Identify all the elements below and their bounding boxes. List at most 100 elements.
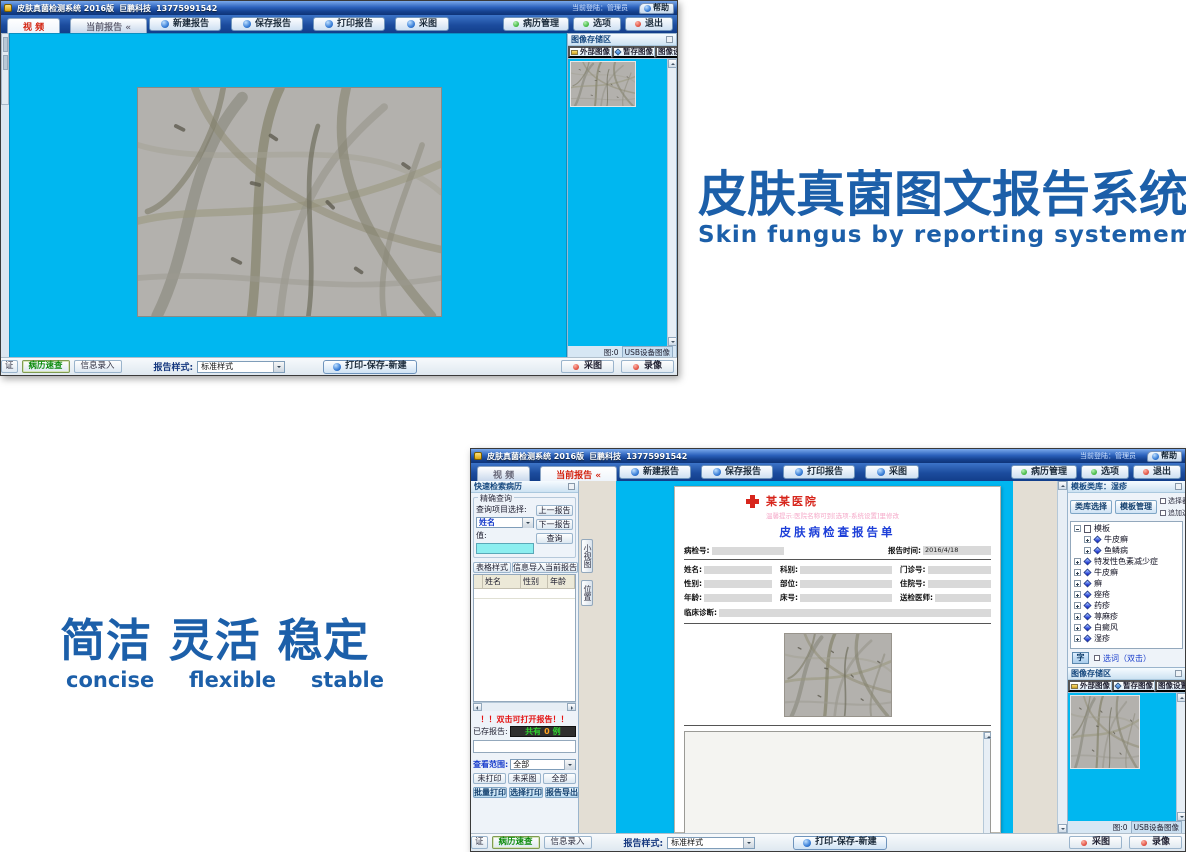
scroll-up-icon[interactable] xyxy=(984,732,991,739)
save-report-button[interactable]: 保存报告 xyxy=(231,17,303,31)
image-settings-button[interactable]: 图像设置 xyxy=(1155,680,1186,692)
tree-expander-icon[interactable] xyxy=(1074,591,1081,598)
append-checkbox[interactable]: 追加选入 xyxy=(1160,508,1186,518)
info-entry-button[interactable]: 信息录入 xyxy=(74,360,122,373)
exit-button[interactable]: 退出 xyxy=(1133,465,1181,479)
scroll-down-icon[interactable] xyxy=(1058,824,1067,833)
help-button[interactable]: 帮助 xyxy=(1147,451,1182,462)
tree-expander-icon[interactable] xyxy=(1074,525,1081,532)
report-findings-textarea[interactable] xyxy=(684,731,991,833)
table-style-button[interactable]: 表格样式 xyxy=(473,562,511,573)
exit-button[interactable]: 退出 xyxy=(625,17,673,31)
captured-image-thumbnail[interactable] xyxy=(570,61,636,107)
document-scrollbar[interactable] xyxy=(1057,481,1067,833)
selector-checkbox[interactable]: 选择器 xyxy=(1160,496,1186,506)
tree-item[interactable]: 荨麻疹 xyxy=(1071,611,1182,622)
print-save-new-button[interactable]: 打印-保存-新建 xyxy=(323,360,416,374)
tab-current-report[interactable]: 当前报告 « xyxy=(70,18,147,33)
patient-result-table[interactable]: 姓名 性别 年龄 xyxy=(473,574,576,702)
video-side-toolbar[interactable] xyxy=(1,33,9,105)
image-store-list[interactable] xyxy=(568,59,676,346)
scroll-up-icon[interactable] xyxy=(1177,693,1185,702)
usb-source-label[interactable]: USB设备图像 xyxy=(1131,821,1182,834)
tree-expander-icon[interactable] xyxy=(1074,602,1081,609)
outpatient-no-value[interactable] xyxy=(928,566,992,574)
tab-current-report[interactable]: 当前报告 « xyxy=(540,466,617,481)
temp-images-button[interactable]: 暂存图像 xyxy=(612,46,655,58)
options-button[interactable]: 选项 xyxy=(573,17,621,31)
tree-item[interactable]: 牛皮癣 xyxy=(1071,534,1182,545)
scroll-left-icon[interactable] xyxy=(473,703,482,711)
import-to-report-button[interactable]: 信息导入当前报告 xyxy=(512,562,578,573)
tree-item[interactable]: 白癜风 xyxy=(1071,622,1182,633)
tree-expander-icon[interactable] xyxy=(1074,624,1081,631)
print-save-new-button[interactable]: 打印-保存-新建 xyxy=(793,836,886,850)
age-value[interactable] xyxy=(704,594,772,602)
scroll-down-icon[interactable] xyxy=(1177,812,1185,821)
diagnosis-value[interactable] xyxy=(719,609,991,617)
report-date-value[interactable]: 2016/4/18 xyxy=(923,546,991,555)
save-report-button[interactable]: 保存报告 xyxy=(701,465,773,479)
sample-no-value[interactable] xyxy=(712,547,784,555)
tree-item[interactable]: 药疹 xyxy=(1071,600,1182,611)
site-value[interactable] xyxy=(800,580,892,588)
scroll-up-icon[interactable] xyxy=(1058,481,1067,490)
prev-report-button[interactable]: 上一报告 xyxy=(536,505,573,516)
inpatient-no-value[interactable] xyxy=(928,580,992,588)
capture-image-button[interactable]: 采图 xyxy=(395,17,449,31)
panel-box-icon[interactable] xyxy=(1175,670,1182,677)
batch-print-button[interactable]: 批量打印 xyxy=(473,787,507,798)
dept-value[interactable] xyxy=(800,566,892,574)
name-value[interactable] xyxy=(704,566,772,574)
edge-button[interactable]: 证 xyxy=(1,360,18,373)
query-field-select[interactable]: 姓名 xyxy=(476,517,534,528)
tab-video[interactable]: 视 频 xyxy=(477,466,530,481)
filter-uncaptured-button[interactable]: 未采图 xyxy=(508,773,541,784)
tree-item[interactable]: 模板 xyxy=(1071,523,1182,534)
external-images-button[interactable]: 外部图像 xyxy=(1068,680,1112,692)
view-range-select[interactable]: 全部 xyxy=(510,759,576,770)
word-select-checkbox[interactable]: 选词（双击） xyxy=(1094,653,1151,664)
tree-expander-icon[interactable] xyxy=(1074,635,1081,642)
export-report-button[interactable]: 报告导出 xyxy=(545,787,579,798)
filter-unprinted-button[interactable]: 未打印 xyxy=(473,773,506,784)
tree-expander-icon[interactable] xyxy=(1074,558,1081,565)
chevron-down-icon[interactable] xyxy=(743,838,754,848)
info-entry-button[interactable]: 信息录入 xyxy=(544,836,592,849)
tree-item[interactable]: 湿疹 xyxy=(1071,633,1182,644)
word-button[interactable]: 字 xyxy=(1072,652,1089,664)
filter-all-button[interactable]: 全部 xyxy=(543,773,576,784)
records-manage-button[interactable]: 病历管理 xyxy=(1011,465,1077,479)
tree-expander-icon[interactable] xyxy=(1074,580,1081,587)
notes-scrollbar[interactable] xyxy=(983,732,990,833)
captured-image-thumbnail[interactable] xyxy=(1070,695,1140,769)
tree-item[interactable]: 痤疮 xyxy=(1071,589,1182,600)
tree-expander-icon[interactable] xyxy=(1084,547,1091,554)
store-scrollbar[interactable] xyxy=(667,59,676,346)
temp-images-button[interactable]: 暂存图像 xyxy=(1112,680,1155,692)
tree-expander-icon[interactable] xyxy=(1084,536,1091,543)
mini-view-tab[interactable]: 小视图 xyxy=(581,539,593,573)
table-row[interactable] xyxy=(474,589,575,599)
panel-box-icon[interactable] xyxy=(666,36,673,43)
scroll-down-icon[interactable] xyxy=(668,337,676,346)
image-store-list[interactable] xyxy=(1068,693,1185,821)
template-tree[interactable]: 模板 牛皮癣 鱼鳞病 特发性色素减少症 牛皮癣 癣 痤疮 药疹 荨麻疹 白癜风 … xyxy=(1070,521,1183,649)
doctor-value[interactable] xyxy=(935,594,991,602)
tree-expander-icon[interactable] xyxy=(1074,569,1081,576)
template-manage-button[interactable]: 模板管理 xyxy=(1115,500,1157,514)
record-button[interactable]: 录像 xyxy=(621,360,674,373)
print-report-button[interactable]: 打印报告 xyxy=(783,465,855,479)
edge-button[interactable]: 证 xyxy=(471,836,488,849)
library-select-button[interactable]: 类库选择 xyxy=(1070,500,1112,514)
gender-value[interactable] xyxy=(704,580,772,588)
record-button[interactable]: 录像 xyxy=(1129,836,1182,849)
print-report-button[interactable]: 打印报告 xyxy=(313,17,385,31)
capture-button[interactable]: 采图 xyxy=(1069,836,1122,849)
chevron-down-icon[interactable] xyxy=(273,362,284,372)
select-print-button[interactable]: 选择打印 xyxy=(509,787,543,798)
image-settings-button[interactable]: 图像设置 xyxy=(655,46,678,58)
chevron-down-icon[interactable] xyxy=(564,760,575,770)
position-tab[interactable]: 位置 xyxy=(581,580,593,606)
capture-button[interactable]: 采图 xyxy=(561,360,614,373)
